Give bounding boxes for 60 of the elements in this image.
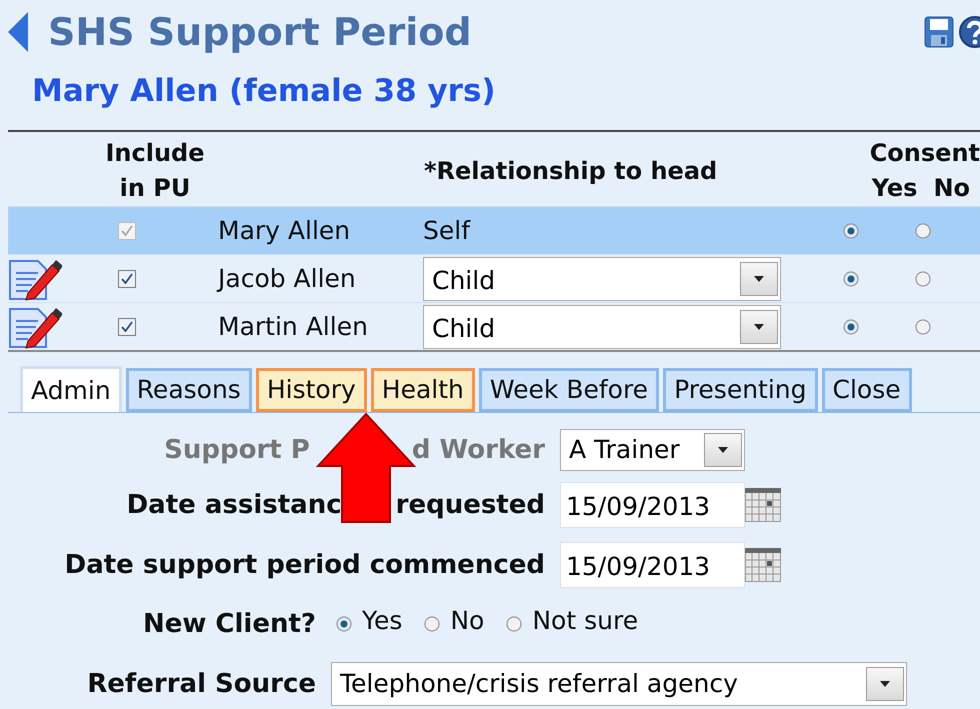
member-name: Jacob Allen [218, 262, 357, 295]
back-arrow-icon[interactable] [8, 12, 30, 52]
dropdown-button[interactable] [704, 433, 742, 467]
tab[interactable]: Presenting [663, 368, 818, 412]
dropdown[interactable]: Telephone/crisis referral agency [331, 662, 907, 706]
dropdown-value: Telephone/crisis referral agency [339, 668, 738, 700]
caret-icon [754, 276, 764, 282]
checkbox[interactable] [118, 318, 136, 336]
radio-button[interactable] [843, 270, 859, 286]
client-name: Mary Allen (female 38 yrs) [32, 72, 497, 111]
calendar-icon[interactable] [745, 488, 781, 522]
column-header: No [933, 173, 970, 204]
radio-button[interactable] [843, 318, 859, 334]
tab[interactable]: Close [822, 368, 912, 412]
radio-button[interactable] [424, 616, 440, 632]
table-row[interactable]: Jacob Allen Child [8, 254, 980, 302]
column-header: Yes [872, 173, 918, 204]
column-header: Consent [870, 138, 980, 169]
dropdown[interactable]: Child [423, 304, 781, 348]
member-name: Martin Allen [218, 310, 369, 343]
field-label: Referral Source [87, 668, 316, 700]
dropdown-button[interactable] [740, 262, 778, 296]
date-field[interactable]: 15/09/2013 [560, 482, 745, 528]
radio-button[interactable] [336, 616, 352, 632]
caret-icon [880, 681, 890, 687]
column-header: *Relationship to head [424, 156, 718, 187]
dropdown-value: Child [431, 264, 496, 297]
dropdown[interactable]: Child [423, 256, 781, 300]
field-label: Date support period commenced [64, 548, 545, 582]
field-label: New Client? [142, 608, 316, 640]
tab[interactable]: Health [370, 368, 475, 412]
radio-button[interactable] [915, 318, 931, 334]
tab[interactable]: History [256, 368, 367, 412]
member-name: Mary Allen [218, 214, 352, 247]
dropdown-value: Child [431, 312, 496, 345]
dropdown-value: A Trainer [568, 434, 680, 466]
field-label: Support P [164, 434, 310, 466]
table-row[interactable]: Martin Allen Child [8, 302, 980, 350]
tab[interactable]: Week Before [478, 368, 660, 412]
dropdown-button[interactable] [740, 310, 778, 344]
radio-label: Not sure [532, 605, 638, 638]
caret-icon [718, 447, 728, 453]
radio-label: Yes [362, 605, 402, 638]
radio-button[interactable] [506, 616, 522, 632]
date-field[interactable]: 15/09/2013 [560, 542, 745, 588]
radio-button[interactable] [915, 270, 931, 286]
calendar-icon[interactable] [745, 548, 781, 582]
tab[interactable]: Admin [20, 366, 122, 412]
column-header: Include in PU [104, 138, 206, 204]
page-title: SHS Support Period [48, 8, 472, 56]
radio-label: No [450, 605, 484, 638]
tab[interactable]: Reasons [126, 368, 252, 412]
dropdown-button[interactable] [866, 667, 904, 701]
save-icon[interactable] [924, 16, 954, 48]
caret-icon [754, 324, 764, 330]
field-label: requested [396, 488, 545, 522]
checkbox[interactable] [118, 270, 136, 288]
field-label: Date assistanc [126, 488, 342, 522]
relationship-text: Self [423, 216, 470, 245]
field-label: d Worker [412, 434, 545, 466]
